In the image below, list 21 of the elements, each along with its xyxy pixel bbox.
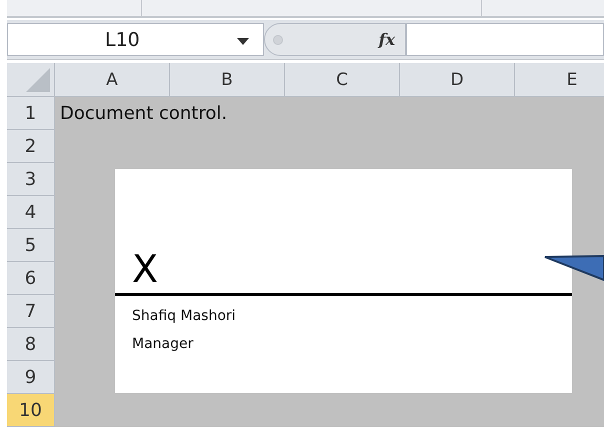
- column-header[interactable]: C: [285, 63, 400, 97]
- column-header[interactable]: A: [55, 63, 170, 97]
- cell-text: Document control.: [59, 102, 228, 126]
- row-header[interactable]: 5: [7, 229, 55, 262]
- column-header[interactable]: E: [515, 63, 604, 97]
- signer-title: Manager: [132, 335, 194, 354]
- row-header[interactable]: 6: [7, 262, 55, 295]
- column-header[interactable]: D: [400, 63, 515, 97]
- row-header[interactable]: 2: [7, 130, 55, 163]
- row-header[interactable]: 1: [7, 97, 55, 130]
- name-box[interactable]: L10: [7, 23, 264, 56]
- column-header[interactable]: B: [170, 63, 285, 97]
- row-header[interactable]: 3: [7, 163, 55, 196]
- row-header[interactable]: 8: [7, 328, 55, 361]
- signature-mark: X: [132, 247, 160, 291]
- row-header[interactable]: 10: [7, 394, 55, 427]
- signer-name: Shafiq Mashori: [132, 307, 237, 326]
- insert-function-button[interactable]: fx: [378, 30, 395, 49]
- row-header[interactable]: 9: [7, 361, 55, 394]
- row-header[interactable]: 4: [7, 196, 55, 229]
- row-header[interactable]: 7: [7, 295, 55, 328]
